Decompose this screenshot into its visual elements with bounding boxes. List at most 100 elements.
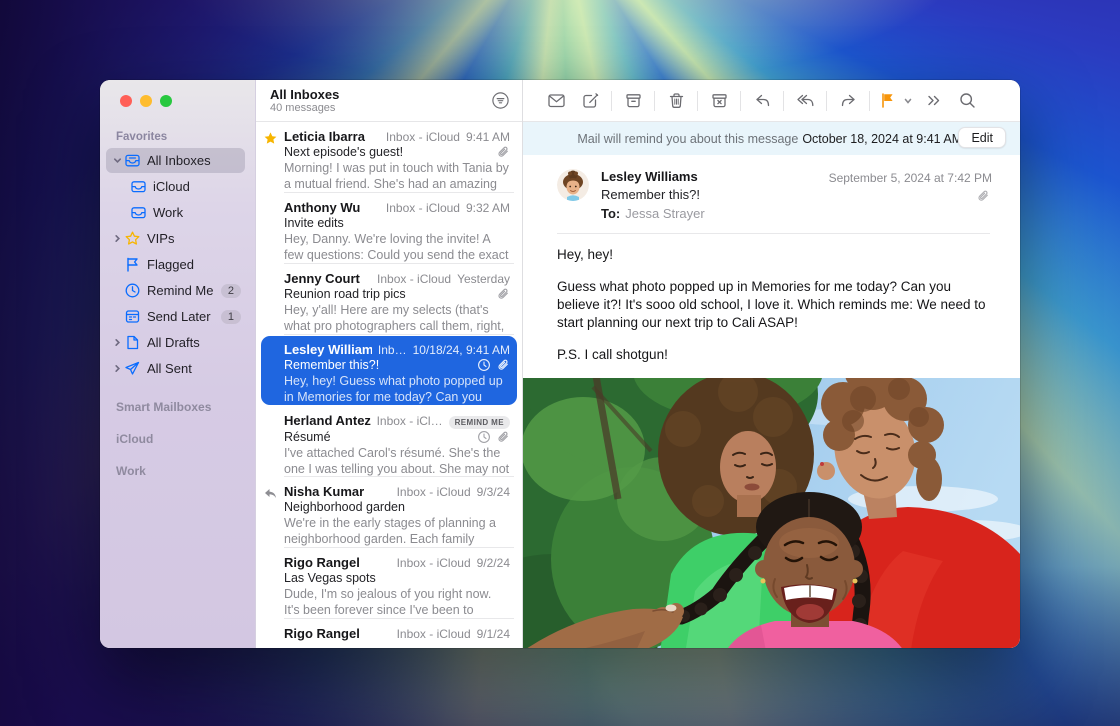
- preview: Hey, y'all! Here are my selects (that's …: [284, 302, 510, 334]
- date: 10/18/24, 9:41 AM: [413, 343, 510, 357]
- sidebar-item-icloud-inbox[interactable]: iCloud: [126, 174, 245, 199]
- sidebar-item-all-inboxes[interactable]: All Inboxes: [106, 148, 245, 173]
- chevron-down-icon[interactable]: [110, 156, 124, 165]
- preview: We're in the early stages of planning a …: [284, 515, 510, 547]
- reply-all-icon[interactable]: [788, 88, 822, 114]
- sidebar-item-label: Remind Me: [147, 283, 221, 298]
- zoom-window-button[interactable]: [160, 95, 172, 107]
- subject: Résumé: [284, 430, 472, 444]
- remind-clock-icon: [477, 430, 491, 444]
- message-subject: Remember this?!: [601, 187, 705, 202]
- mailbox-label: Inb…: [378, 343, 407, 357]
- message-row-anthony[interactable]: Anthony WuInbox - iCloud9:32 AM Invite e…: [256, 193, 522, 264]
- archive-icon[interactable]: [616, 88, 650, 114]
- mailbox-label: Inbox - iCl…: [377, 414, 443, 428]
- favorites-section-label: Favorites: [100, 122, 255, 148]
- reply-icon[interactable]: [745, 88, 779, 114]
- chevron-right-icon[interactable]: [110, 364, 124, 373]
- mail-window: Favorites All Inboxes iCloud Work VIPs F…: [100, 80, 1020, 648]
- sidebar-item-label: All Drafts: [147, 335, 245, 350]
- recipient-name[interactable]: Jessa Strayer: [625, 206, 704, 221]
- date: 9:32 AM: [466, 201, 510, 215]
- message-row-rigo-2[interactable]: Rigo RangelInbox - iCloud9/1/24: [256, 619, 522, 648]
- mailbox-label: Inbox - iCloud: [397, 627, 471, 641]
- message-rows: Leticia IbarraInbox - iCloud9:41 AM Next…: [256, 122, 522, 648]
- date: 9/2/24: [477, 556, 510, 570]
- inbox-icon: [130, 204, 147, 221]
- message-count: 40 messages: [270, 102, 339, 114]
- attachment-paperclip-icon[interactable]: [976, 189, 990, 208]
- message-row-nisha[interactable]: Nisha KumarInbox - iCloud9/3/24 Neighbor…: [256, 477, 522, 548]
- reminder-text: Mail will remind you about this message: [577, 132, 798, 146]
- mailbox-label: Inbox - iCloud: [397, 556, 471, 570]
- flag-menu-chevron-icon[interactable]: [900, 88, 916, 114]
- preview: Morning! I was put in touch with Tania b…: [284, 160, 510, 192]
- sender: Herland Antezana: [284, 413, 371, 428]
- attached-photo-three-friends-selfie[interactable]: [523, 378, 1020, 648]
- sidebar-item-label: Send Later: [147, 309, 221, 324]
- replied-arrow-icon: [263, 486, 279, 502]
- sidebar-item-all-sent[interactable]: All Sent: [106, 356, 245, 381]
- message-header: Lesley Williams Remember this?! To:Jessa…: [523, 155, 1020, 234]
- get-mail-icon[interactable]: [539, 88, 573, 114]
- date: 9/3/24: [477, 485, 510, 499]
- forward-icon[interactable]: [831, 88, 865, 114]
- date: Yesterday: [457, 272, 510, 286]
- message-sender-name: Lesley Williams: [601, 169, 705, 184]
- sidebar-section-smart-mailboxes[interactable]: Smart Mailboxes: [100, 382, 255, 414]
- message-row-leticia[interactable]: Leticia IbarraInbox - iCloud9:41 AM Next…: [256, 122, 522, 193]
- subject: Reunion road trip pics: [284, 287, 491, 301]
- sidebar-item-flagged[interactable]: Flagged: [106, 252, 245, 277]
- sidebar-item-vips[interactable]: VIPs: [106, 226, 245, 251]
- calendar-icon: [124, 308, 141, 325]
- flag-icon[interactable]: [874, 88, 900, 114]
- edit-reminder-button[interactable]: Edit: [958, 127, 1006, 148]
- filter-icon[interactable]: [491, 87, 510, 121]
- search-icon[interactable]: [950, 88, 984, 114]
- sidebar-item-label: Flagged: [147, 257, 245, 272]
- inbox-icon: [130, 178, 147, 195]
- sidebar-section-work[interactable]: Work: [100, 446, 255, 478]
- subject: Invite edits: [284, 216, 510, 230]
- message-list: All Inboxes 40 messages Leticia IbarraIn…: [255, 80, 523, 648]
- message-row-jenny[interactable]: Jenny CourtInbox - iCloudYesterday Reuni…: [256, 264, 522, 335]
- draft-document-icon: [124, 334, 141, 351]
- more-toolbar-items-icon[interactable]: [916, 88, 950, 114]
- sender-avatar[interactable]: [557, 169, 589, 201]
- sender: Leticia Ibarra: [284, 129, 380, 144]
- sidebar-item-send-later[interactable]: Send Later 1: [106, 304, 245, 329]
- close-window-button[interactable]: [120, 95, 132, 107]
- sidebar-item-label: Work: [153, 205, 245, 220]
- sidebar-item-label: All Inboxes: [147, 153, 245, 168]
- message-row-herland[interactable]: Herland AntezanaInbox - iCl…REMIND ME Ré…: [256, 406, 522, 477]
- sidebar-item-work-inbox[interactable]: Work: [126, 200, 245, 225]
- minimize-window-button[interactable]: [140, 95, 152, 107]
- chevron-right-icon[interactable]: [110, 234, 124, 243]
- paperclip-icon: [496, 358, 510, 372]
- vip-star-icon: [124, 230, 141, 247]
- all-inboxes-icon: [124, 152, 141, 169]
- sidebar-item-all-drafts[interactable]: All Drafts: [106, 330, 245, 355]
- message-row-rigo-1[interactable]: Rigo RangelInbox - iCloud9/2/24 Las Vega…: [256, 548, 522, 619]
- message-list-header: All Inboxes 40 messages: [256, 80, 522, 122]
- date: 9/1/24: [477, 627, 510, 641]
- message-row-lesley-selected[interactable]: Lesley WilliamsInb…10/18/24, 9:41 AM Rem…: [256, 335, 522, 406]
- body-paragraph: Guess what photo popped up in Memories f…: [557, 278, 990, 332]
- sidebar-item-label: iCloud: [153, 179, 245, 194]
- mailbox-label: Inbox - iCloud: [386, 201, 460, 215]
- sidebar-section-icloud[interactable]: iCloud: [100, 414, 255, 446]
- preview: Hey, hey! Guess what photo popped up in …: [284, 373, 510, 405]
- compose-icon[interactable]: [573, 88, 607, 114]
- message-date: September 5, 2024 at 7:42 PM: [829, 171, 992, 185]
- preview: Hey, Danny. We're loving the invite! A f…: [284, 231, 510, 263]
- chevron-right-icon[interactable]: [110, 338, 124, 347]
- subject: Neighborhood garden: [284, 500, 510, 514]
- reminder-banner: Mail will remind you about this message …: [523, 122, 1020, 155]
- trash-icon[interactable]: [659, 88, 693, 114]
- paperclip-icon: [496, 145, 510, 159]
- sender: Jenny Court: [284, 271, 371, 286]
- clock-icon: [124, 282, 141, 299]
- sidebar-item-remind-me[interactable]: Remind Me 2: [106, 278, 245, 303]
- junk-icon[interactable]: [702, 88, 736, 114]
- remind-clock-icon: [477, 358, 491, 372]
